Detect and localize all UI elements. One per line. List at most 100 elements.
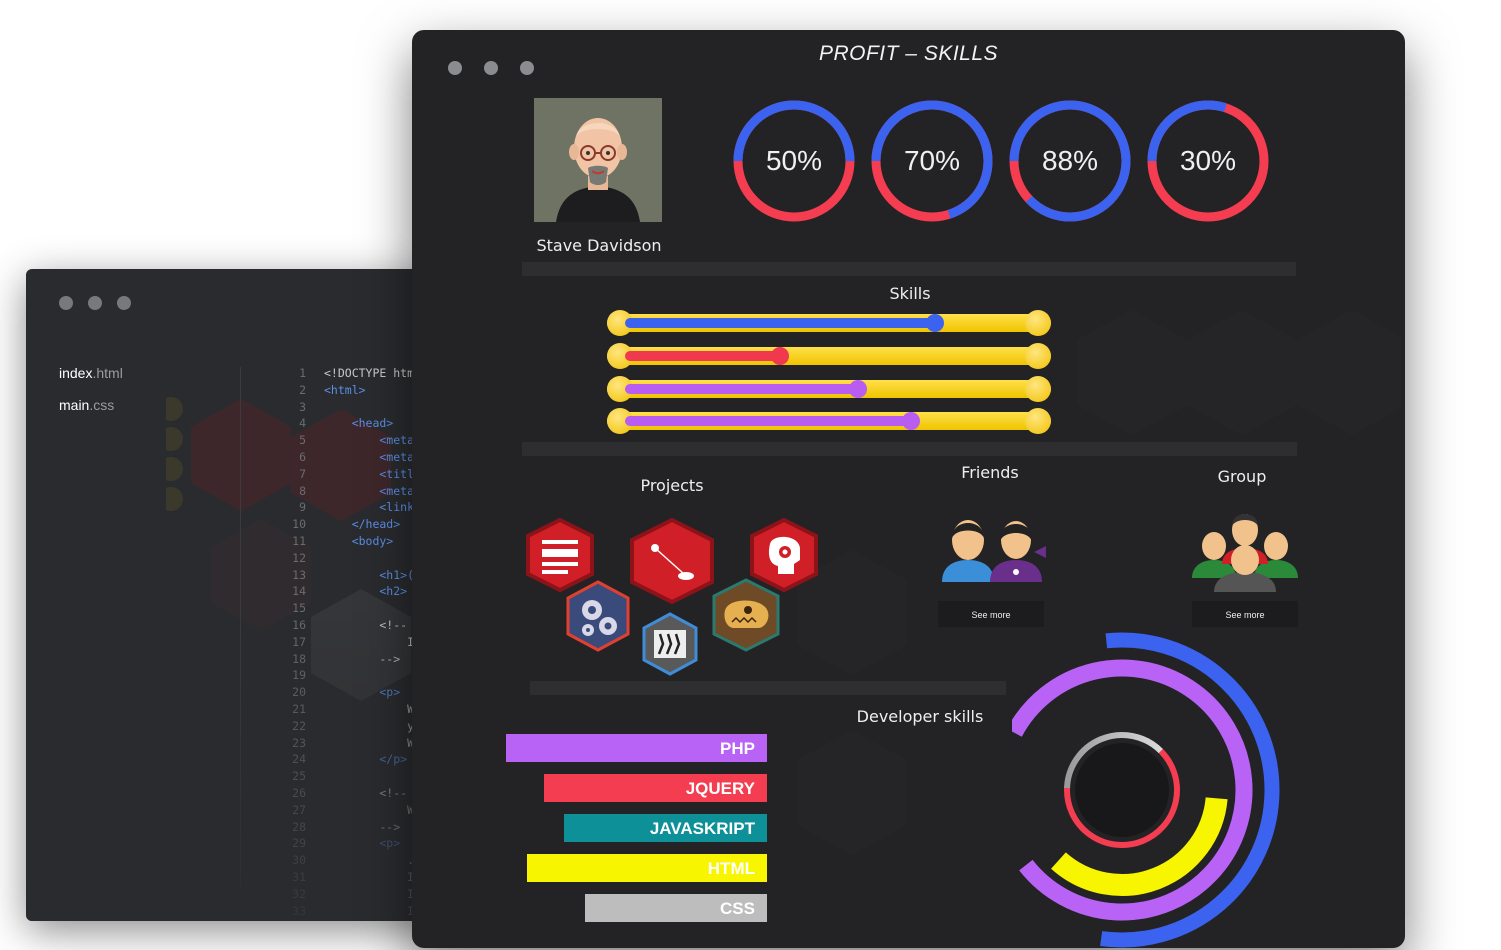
code-line: 7 <titl xyxy=(276,466,414,483)
line-number: 1 xyxy=(299,366,306,380)
line-number: 9 xyxy=(299,500,306,515)
skill-slider[interactable] xyxy=(607,343,1051,369)
maximize-dot[interactable] xyxy=(117,296,131,310)
ring-percent-label: 30% xyxy=(1179,145,1237,176)
user-name: Stave Davidson xyxy=(536,236,662,255)
code-editor-window: index.html main.css 1 <!DOCTYPE htm 2 <html… xyxy=(26,269,446,921)
progress-ring: 30% xyxy=(1144,97,1272,225)
code-line: 4 <head> xyxy=(276,415,414,432)
group-title: Group xyxy=(1217,467,1267,486)
avatar-illustration xyxy=(534,98,662,222)
runners-icon[interactable] xyxy=(642,612,698,676)
friends-icon[interactable] xyxy=(938,508,1050,586)
code-line: 13 <h1>( xyxy=(276,567,414,584)
line-number: 12 xyxy=(292,550,306,565)
line-number: 8 xyxy=(299,483,306,498)
file-list: index.html main.css xyxy=(59,365,123,429)
line-number: 10 xyxy=(292,517,306,532)
code-line: 12 xyxy=(276,550,414,567)
file-name: index xyxy=(59,365,93,381)
slider-handle[interactable] xyxy=(771,347,790,365)
progress-ring: 50% xyxy=(730,97,858,225)
projects-title: Projects xyxy=(640,476,704,495)
file-name: main xyxy=(59,397,90,413)
code-line: 6 <meta xyxy=(276,449,414,466)
line-number: 2 xyxy=(299,382,306,397)
code-line: 10 </head> xyxy=(276,516,414,533)
skill-slider[interactable] xyxy=(607,376,1051,402)
skill-slider[interactable] xyxy=(607,408,1051,434)
slider-fill xyxy=(625,318,936,328)
laser-icon[interactable] xyxy=(630,517,714,605)
code-text: <h2> xyxy=(324,584,408,599)
friends-title: Friends xyxy=(961,463,1019,482)
line-number: 13 xyxy=(292,567,306,582)
slider-max-knob[interactable] xyxy=(1025,408,1051,434)
editor-window-controls xyxy=(59,296,131,310)
code-line: 5 <meta xyxy=(276,432,414,449)
slider-handle[interactable] xyxy=(901,412,920,430)
close-dot[interactable] xyxy=(59,296,73,310)
code-text: </head> xyxy=(324,517,401,532)
code-text: <html> xyxy=(324,382,366,397)
progress-ring: 88% xyxy=(1006,97,1134,225)
group-icon[interactable] xyxy=(1192,508,1298,592)
code-text: <meta xyxy=(324,449,415,464)
developer-skill-bar: PHP xyxy=(506,734,767,762)
developer-skills-title: Developer skills xyxy=(856,707,984,726)
slider-fill xyxy=(625,416,911,426)
profile-skills-window: PROFIT – SKILLS Stave Davidson 50% 70% 88% xyxy=(412,30,1405,948)
code-text: <meta xyxy=(324,433,415,448)
editor-fade-overlay xyxy=(26,601,446,921)
code-line: 3 xyxy=(276,399,414,416)
slider-handle[interactable] xyxy=(926,314,945,332)
line-number: 7 xyxy=(299,466,306,481)
projects-badges xyxy=(526,517,818,676)
skill-slider[interactable] xyxy=(607,310,1051,336)
progress-ring: 70% xyxy=(868,97,996,225)
brain-gear-icon[interactable] xyxy=(750,517,818,593)
ring-percent-label: 88% xyxy=(1041,145,1099,176)
slider-max-knob[interactable] xyxy=(1025,376,1051,402)
code-text: <h1>( xyxy=(324,567,415,582)
file-item-main[interactable]: main.css xyxy=(59,397,123,413)
code-line: 11 <body> xyxy=(276,533,414,550)
code-text: <head> xyxy=(324,416,394,431)
section-divider xyxy=(522,262,1296,276)
developer-skill-bar: CSS xyxy=(585,894,767,922)
developer-skills-radial-chart xyxy=(1012,632,1280,948)
code-text: <meta xyxy=(324,483,415,498)
document-icon[interactable] xyxy=(526,517,594,593)
developer-skill-bar: JAVASKRIPT xyxy=(564,814,767,842)
code-line: 8 <meta xyxy=(276,483,414,500)
code-text: <!DOCTYPE htm xyxy=(324,366,415,380)
code-line: 2 <html> xyxy=(276,382,414,399)
gears-icon[interactable] xyxy=(566,580,630,652)
dinosaur-skull-icon[interactable] xyxy=(712,578,780,652)
line-number: 6 xyxy=(299,449,306,464)
file-ext: .css xyxy=(89,397,115,413)
file-ext: .html xyxy=(92,365,123,381)
file-item-index[interactable]: index.html xyxy=(59,365,123,381)
code-line: 1 <!DOCTYPE htm xyxy=(276,365,414,382)
code-line: 9 <link xyxy=(276,499,414,516)
avatar[interactable] xyxy=(534,98,662,222)
line-number: 5 xyxy=(299,433,306,448)
line-number: 14 xyxy=(292,584,306,599)
slider-max-knob[interactable] xyxy=(1025,343,1051,369)
skills-title: Skills xyxy=(889,284,931,303)
section-divider xyxy=(530,681,1006,695)
developer-skill-bar: HTML xyxy=(527,854,767,882)
slider-fill xyxy=(625,351,781,361)
code-text: <titl xyxy=(324,466,415,481)
slider-handle[interactable] xyxy=(848,380,867,398)
slider-fill xyxy=(625,384,858,394)
section-divider xyxy=(522,442,1297,456)
slider-max-knob[interactable] xyxy=(1025,310,1051,336)
line-number: 4 xyxy=(299,416,306,431)
line-number: 3 xyxy=(299,399,306,414)
ring-percent-label: 70% xyxy=(903,145,961,176)
minimize-dot[interactable] xyxy=(88,296,102,310)
code-text: <body> xyxy=(324,533,394,548)
code-line: 14 <h2> xyxy=(276,583,414,600)
